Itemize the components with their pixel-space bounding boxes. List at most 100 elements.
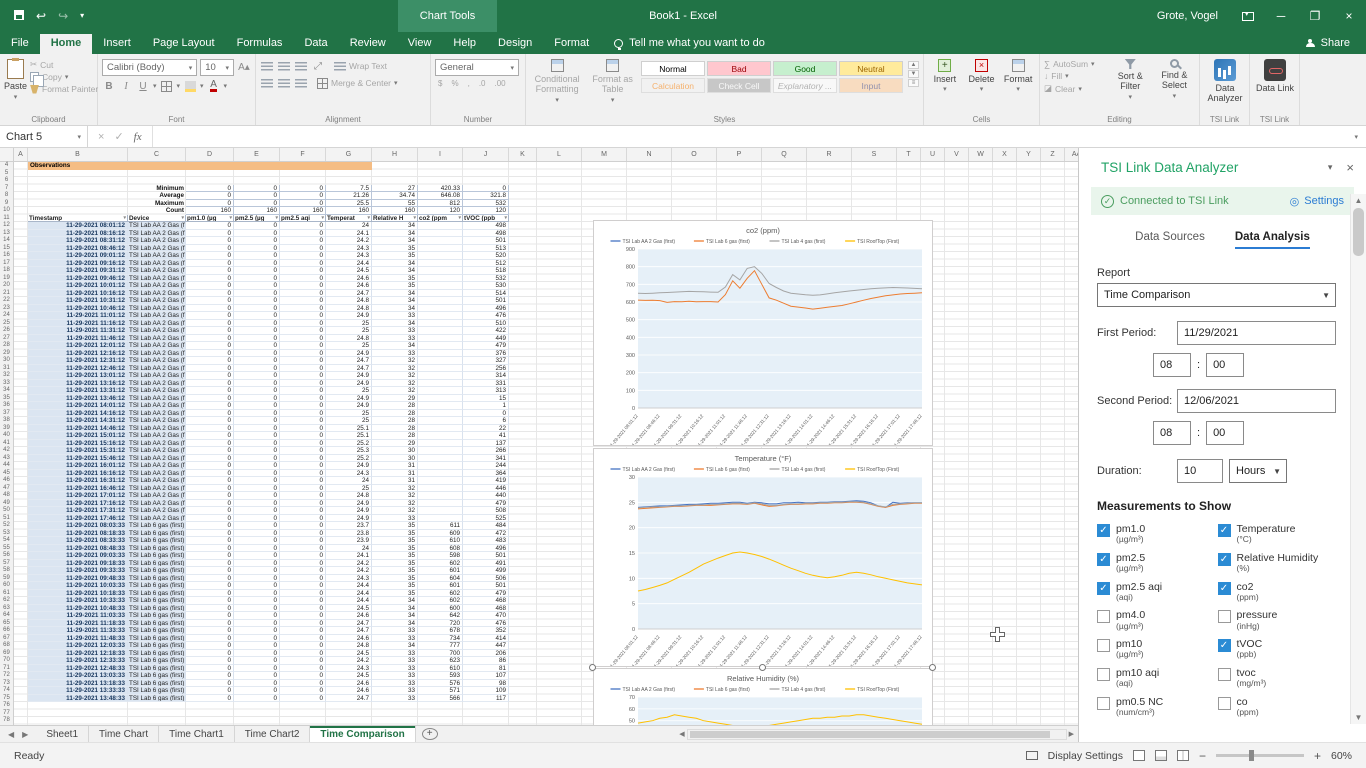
table-row-30-cell-3[interactable]: 0 [234,357,280,365]
table-row-55-cell-8[interactable]: 496 [463,544,509,552]
table-row-36-cell-7[interactable] [418,402,463,410]
row-header-45[interactable]: 45 [0,470,13,478]
table-row-50-cell-0[interactable]: 11-29-2021 17:31:12 [28,507,128,515]
table-row-70-cell-0[interactable]: 11-29-2021 12:33:33 [28,657,128,665]
table-row-63-cell-7[interactable]: 600 [418,604,463,612]
measurement-pm1-0[interactable]: ✓ pm1.0 (µg/m³) [1097,523,1218,545]
table-row-70-cell-5[interactable]: 24.2 [326,657,372,665]
table-row-25-cell-5[interactable]: 25 [326,319,372,327]
table-row-73-cell-6[interactable]: 33 [372,679,418,687]
settings-button[interactable]: ◎ Settings [1290,195,1344,208]
chart-1[interactable]: co2 (ppm) TSI Lab AA 2 Gas (first) TSI Lab… [593,220,933,449]
row-header-71[interactable]: 71 [0,665,13,673]
table-row-66-cell-0[interactable]: 11-29-2021 11:33:33 [28,627,128,635]
table-row-18-cell-1[interactable]: TSI Lab AA 2 Gas (first) [128,267,186,275]
table-row-66-cell-8[interactable]: 352 [463,627,509,635]
column-header-N[interactable]: N [627,148,672,161]
ribbon-tab-page-layout[interactable]: Page Layout [142,34,226,54]
table-row-45-cell-3[interactable]: 0 [234,469,280,477]
table-row-26-cell-8[interactable]: 422 [463,327,509,335]
table-row-16-cell-5[interactable]: 24.3 [326,252,372,260]
table-row-31-cell-4[interactable]: 0 [280,364,326,372]
table-row-24-cell-5[interactable]: 24.9 [326,312,372,320]
table-row-22-cell-8[interactable]: 501 [463,297,509,305]
table-row-56-cell-0[interactable]: 11-29-2021 09:03:33 [28,552,128,560]
font-size-combo[interactable]: 10 ▾ [200,59,234,76]
table-row-35-cell-6[interactable]: 29 [372,394,418,402]
restore-button[interactable]: ❐ [1298,0,1332,32]
table-row-30-cell-8[interactable]: 327 [463,357,509,365]
row-header-27[interactable]: 27 [0,335,13,343]
table-row-13-cell-0[interactable]: 11-29-2021 08:16:12 [28,229,128,237]
table-row-72-cell-6[interactable]: 33 [372,672,418,680]
table-header-6[interactable]: Relative H ▾ [372,214,418,222]
table-row-54-cell-4[interactable]: 0 [280,537,326,545]
table-row-41-cell-8[interactable]: 137 [463,439,509,447]
table-row-17-cell-2[interactable]: 0 [186,259,234,267]
table-row-38-cell-5[interactable]: 25 [326,417,372,425]
table-row-25-cell-4[interactable]: 0 [280,319,326,327]
measurement-co[interactable]: co (ppm) [1217,696,1339,718]
table-row-16-cell-6[interactable]: 35 [372,252,418,260]
table-row-23-cell-5[interactable]: 24.8 [326,304,372,312]
table-row-67-cell-8[interactable]: 414 [463,634,509,642]
table-row-71-cell-1[interactable]: TSI Lab 6 gas (first) [128,664,186,672]
table-row-69-cell-1[interactable]: TSI Lab 6 gas (first) [128,649,186,657]
row-header-12[interactable]: 12 [0,222,13,230]
table-row-22-cell-6[interactable]: 34 [372,297,418,305]
table-row-24-cell-3[interactable]: 0 [234,312,280,320]
table-row-34-cell-3[interactable]: 0 [234,387,280,395]
table-row-13-cell-4[interactable]: 0 [280,229,326,237]
filter-icon[interactable]: ▾ [413,215,416,222]
table-row-64-cell-6[interactable]: 34 [372,612,418,620]
row-header-19[interactable]: 19 [0,275,13,283]
row-header-30[interactable]: 30 [0,357,13,365]
table-row-12-cell-6[interactable]: 34 [372,222,418,230]
table-row-17-cell-6[interactable]: 34 [372,259,418,267]
decrease-decimal-icon[interactable]: .00 [491,79,508,88]
pane-close-icon[interactable]: × [1346,160,1354,175]
table-row-53-cell-6[interactable]: 35 [372,529,418,537]
row-header-55[interactable]: 55 [0,545,13,553]
stat-value[interactable]: 0 [186,199,234,207]
table-row-15-cell-6[interactable]: 35 [372,244,418,252]
table-row-74-cell-4[interactable]: 0 [280,687,326,695]
column-header-S[interactable]: S [852,148,897,161]
table-row-59-cell-2[interactable]: 0 [186,574,234,582]
cell-style-neutral[interactable]: Neutral [839,61,903,76]
table-row-67-cell-4[interactable]: 0 [280,634,326,642]
table-row-70-cell-6[interactable]: 33 [372,657,418,665]
table-row-46-cell-7[interactable] [418,477,463,485]
align-middle-icon[interactable] [277,59,291,73]
table-row-73-cell-3[interactable]: 0 [234,679,280,687]
measurement-co2[interactable]: ✓ co2 (ppm) [1217,581,1339,603]
row-header-72[interactable]: 72 [0,672,13,680]
table-row-55-cell-6[interactable]: 35 [372,544,418,552]
table-row-46-cell-0[interactable]: 11-29-2021 16:31:12 [28,477,128,485]
table-row-26-cell-5[interactable]: 25 [326,327,372,335]
row-header-35[interactable]: 35 [0,395,13,403]
table-row-57-cell-2[interactable]: 0 [186,559,234,567]
cell-style-bad[interactable]: Bad [707,61,771,76]
table-row-49-cell-6[interactable]: 32 [372,499,418,507]
table-row-36-cell-2[interactable]: 0 [186,402,234,410]
cell-style-normal[interactable]: Normal [641,61,705,76]
table-row-34-cell-0[interactable]: 11-29-2021 13:31:12 [28,387,128,395]
table-row-34-cell-5[interactable]: 25 [326,387,372,395]
table-row-13-cell-6[interactable]: 34 [372,229,418,237]
table-row-57-cell-4[interactable]: 0 [280,559,326,567]
table-row-36-cell-0[interactable]: 11-29-2021 14:01:12 [28,402,128,410]
table-row-53-cell-3[interactable]: 0 [234,529,280,537]
table-row-17-cell-5[interactable]: 24.4 [326,259,372,267]
ribbon-tab-design[interactable]: Design [487,34,543,54]
table-row-47-cell-2[interactable]: 0 [186,484,234,492]
table-row-31-cell-5[interactable]: 24.7 [326,364,372,372]
table-row-16-cell-0[interactable]: 11-29-2021 09:01:12 [28,252,128,260]
table-row-19-cell-6[interactable]: 35 [372,274,418,282]
format-as-table-button[interactable]: Format as Table ▾ [587,57,638,112]
table-row-66-cell-2[interactable]: 0 [186,627,234,635]
table-row-60-cell-0[interactable]: 11-29-2021 10:03:33 [28,582,128,590]
table-row-41-cell-6[interactable]: 29 [372,439,418,447]
gallery-down-icon[interactable]: ▼ [908,70,919,78]
table-row-55-cell-5[interactable]: 24 [326,544,372,552]
